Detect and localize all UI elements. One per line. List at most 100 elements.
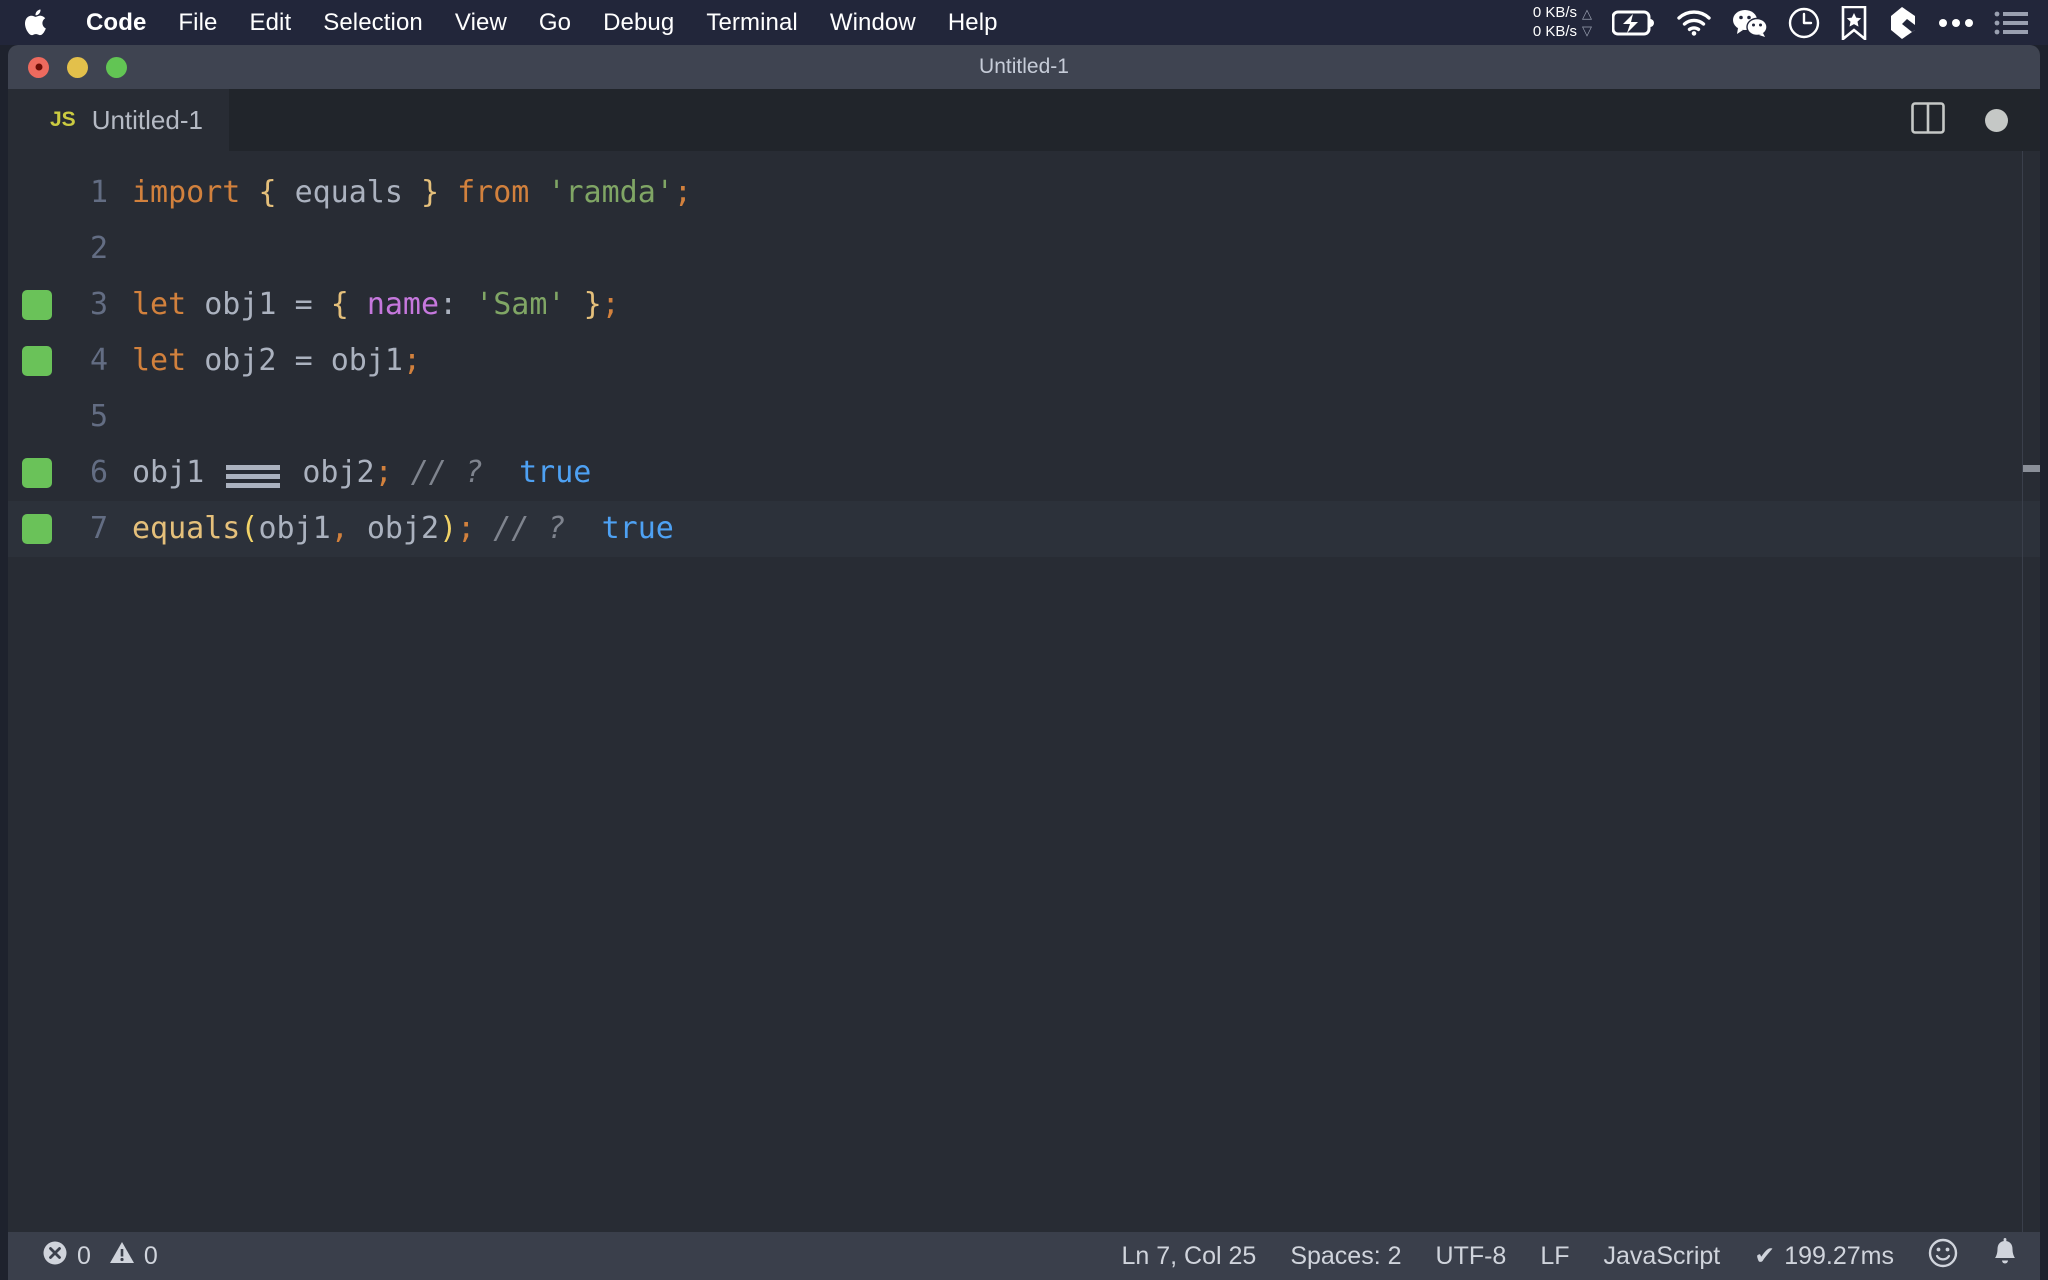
line-number: 5 [89, 399, 108, 434]
quokka-run-status[interactable]: ✔ 199.27ms [1754, 1241, 1894, 1271]
code-token: = [294, 287, 313, 322]
cursor-position-status[interactable]: Ln 7, Col 25 [1122, 1242, 1257, 1271]
menu-item-window[interactable]: Window [814, 9, 932, 37]
strict-equality-operator [226, 461, 281, 491]
code-token: let [132, 343, 187, 378]
code-line[interactable]: 3 let obj1 = { name: 'Sam' }; [8, 277, 2040, 333]
wifi-icon[interactable] [1676, 9, 1712, 36]
code-token: ( [240, 511, 259, 546]
code-token: { [258, 175, 277, 210]
menu-item-debug[interactable]: Debug [587, 9, 690, 37]
code-token: name [366, 287, 440, 322]
menu-item-code[interactable]: Code [70, 9, 162, 37]
menu-item-help[interactable]: Help [932, 9, 1014, 37]
tab-label: Untitled-1 [91, 104, 203, 135]
code-token: true [519, 455, 592, 490]
problems-status[interactable]: 0 0 [42, 1240, 158, 1273]
clock-icon[interactable] [1788, 7, 1820, 39]
editor-tab-bar: JS Untitled-1 [8, 89, 2040, 151]
menu-item-file[interactable]: File [162, 9, 233, 37]
menu-item-view[interactable]: View [439, 9, 523, 37]
encoding-status[interactable]: UTF-8 [1436, 1242, 1507, 1271]
eol-status[interactable]: LF [1540, 1242, 1569, 1271]
code-text: obj1 obj2; // ? true [132, 445, 591, 501]
line-number: 1 [89, 175, 108, 210]
code-token: obj1 [132, 455, 205, 490]
smiley-icon[interactable] [1928, 1238, 1958, 1275]
download-arrow-icon: ▽ [1582, 22, 1592, 38]
tab-untitled-1[interactable]: JS Untitled-1 [8, 89, 229, 151]
menu-item-edit[interactable]: Edit [233, 9, 307, 37]
code-line[interactable]: 1 import { equals } from 'ramda'; [8, 165, 2040, 221]
split-editor-icon[interactable] [1911, 101, 1945, 139]
code-line[interactable]: 5 [8, 389, 2040, 445]
list-menu-icon[interactable] [1994, 10, 2028, 36]
battery-charging-icon[interactable] [1612, 10, 1656, 36]
code-token: ; [673, 175, 692, 210]
code-line[interactable]: 2 [8, 221, 2040, 277]
code-token: obj2 [204, 343, 277, 378]
window-title-bar: Untitled-1 [8, 45, 2040, 89]
code-line[interactable]: 7 equals(obj1, obj2); // ? true [8, 501, 2040, 557]
overview-ruler-scrollbar[interactable] [2022, 151, 2040, 1238]
coverage-marker-icon [22, 514, 52, 544]
ellipsis-icon[interactable] [1938, 17, 1974, 29]
code-text: equals(obj1, obj2); // ? true [132, 501, 674, 557]
code-text: import { equals } from 'ramda'; [132, 165, 692, 221]
error-icon [42, 1240, 68, 1273]
vscode-window: Untitled-1 JS Untitled-1 1 import { equal… [8, 45, 2040, 1280]
code-token: // ? [493, 511, 566, 546]
menu-bar-tray: 0 KB/s 0 KB/s △ ▽ [1533, 4, 2032, 42]
code-line[interactable]: 6 obj1 obj2; // ? true [8, 445, 2040, 501]
javascript-file-icon: JS [50, 108, 76, 131]
eraser-icon[interactable] [1888, 6, 1918, 40]
network-speed-indicator[interactable]: 0 KB/s 0 KB/s △ ▽ [1533, 4, 1592, 42]
language-mode-status[interactable]: JavaScript [1604, 1242, 1721, 1271]
apple-logo-icon[interactable] [22, 8, 48, 38]
code-token: ; [457, 511, 476, 546]
code-token: ; [402, 343, 421, 378]
code-lines-container: 1 import { equals } from 'ramda'; 2 3 let ob… [8, 151, 2040, 557]
menu-item-selection[interactable]: Selection [307, 9, 439, 37]
network-download-speed: 0 KB/s [1532, 22, 1577, 40]
warning-icon [109, 1240, 135, 1273]
indentation-status[interactable]: Spaces: 2 [1290, 1242, 1401, 1271]
bell-icon[interactable] [1992, 1237, 2018, 1275]
code-editor[interactable]: 1 import { equals } from 'ramda'; 2 3 let ob… [8, 151, 2040, 1238]
code-token: = [294, 343, 313, 378]
run-duration: 199.27ms [1784, 1241, 1894, 1270]
code-token: import [132, 175, 241, 210]
macos-menu-bar: Code File Edit Selection View Go Debug T… [0, 0, 2048, 45]
code-token: 'ramda' [547, 175, 674, 210]
bookmark-star-icon[interactable] [1840, 5, 1868, 40]
code-line[interactable]: 4 let obj2 = obj1; [8, 333, 2040, 389]
status-bar-left: 0 0 [42, 1240, 158, 1273]
menu-item-terminal[interactable]: Terminal [690, 9, 814, 37]
code-token: , [330, 511, 349, 546]
code-token: : [439, 287, 458, 322]
wechat-icon[interactable] [1732, 9, 1768, 37]
code-token: ; [374, 455, 393, 490]
unsaved-indicator[interactable] [1985, 108, 2008, 132]
upload-arrow-icon: △ [1582, 6, 1592, 22]
coverage-marker-icon [22, 458, 52, 488]
checkmark-icon: ✔ [1754, 1242, 1776, 1270]
code-token: obj2 [302, 455, 375, 490]
menu-item-go[interactable]: Go [523, 9, 587, 37]
status-bar: 0 0 Ln 7, Col 25 Spaces: 2 UTF-8 LF Java… [8, 1232, 2040, 1280]
code-token: } [583, 287, 602, 322]
